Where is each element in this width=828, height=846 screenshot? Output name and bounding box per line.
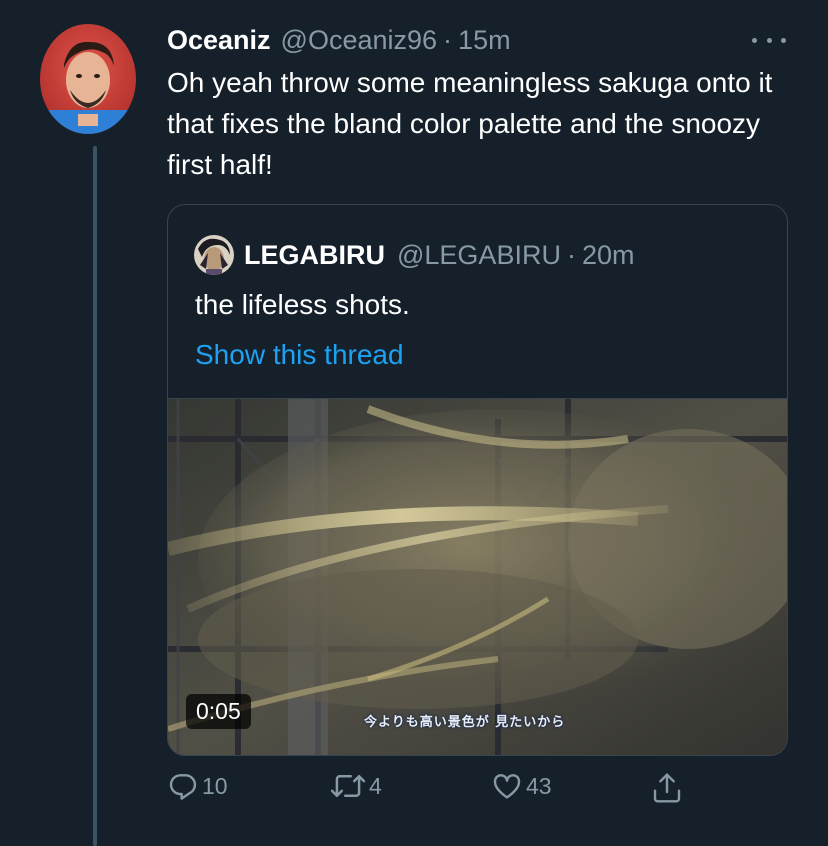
reply-count: 10: [202, 772, 228, 799]
avatar-image: [40, 24, 136, 134]
separator-dot: ·: [443, 24, 453, 55]
tweet-text: Oh yeah throw some meaningless sakuga on…: [167, 67, 773, 180]
share-icon: [653, 773, 681, 803]
video-subtitle: 今よりも高い景色が 見たいから: [364, 715, 566, 730]
like-count: 43: [526, 772, 552, 799]
quoted-separator-dot: ·: [566, 239, 576, 270]
author-display-name[interactable]: Oceaniz: [167, 25, 271, 56]
share-button[interactable]: [651, 770, 683, 806]
tweet-actions-bar: 10 4 43: [167, 770, 707, 810]
quoted-tweet-card[interactable]: LEGABIRU @LEGABIRU · 20m the lifeless sh…: [167, 204, 788, 756]
like-button[interactable]: 43: [491, 770, 552, 802]
reply-button[interactable]: 10: [167, 770, 228, 802]
more-icon[interactable]: [752, 30, 786, 50]
author-handle[interactable]: @Oceaniz96: [281, 25, 438, 56]
retweet-button[interactable]: 4: [330, 770, 382, 802]
show-thread-link[interactable]: Show this thread: [195, 339, 404, 371]
retweet-icon: [330, 775, 366, 797]
quoted-avatar: [194, 235, 234, 275]
retweet-count: 4: [369, 772, 382, 799]
video-player[interactable]: 0:05 今よりも高い景色が 見たいから: [168, 398, 787, 755]
quoted-handle[interactable]: @LEGABIRU: [397, 240, 561, 271]
quoted-tweet-header: LEGABIRU @LEGABIRU · 20m: [194, 235, 635, 275]
video-duration-badge: 0:05: [186, 694, 251, 729]
video-frame: [168, 399, 787, 755]
timestamp[interactable]: 15m: [458, 25, 511, 56]
thread-connector-line: [93, 146, 97, 846]
avatar[interactable]: [40, 24, 136, 134]
reply-icon: [169, 774, 197, 800]
quoted-display-name[interactable]: LEGABIRU: [244, 240, 385, 271]
tweet-header: Oceaniz @Oceaniz96 · 15m: [167, 22, 511, 58]
heart-icon: [493, 774, 521, 799]
quoted-timestamp[interactable]: 20m: [582, 240, 635, 271]
quoted-tweet-text: the lifeless shots.: [195, 289, 410, 320]
